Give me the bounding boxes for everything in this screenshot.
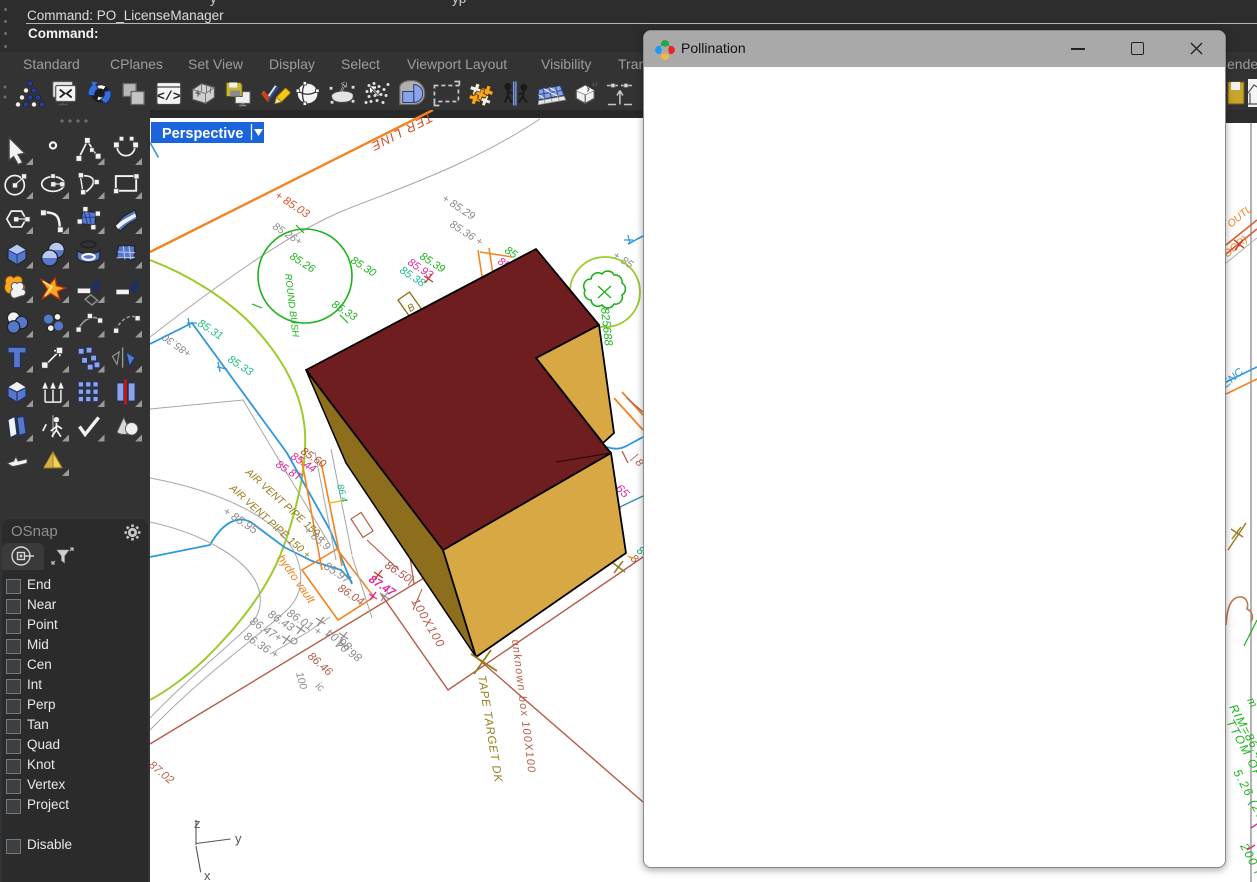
svg-text:x: x xyxy=(204,868,211,882)
svg-text:</>: </> xyxy=(157,89,181,104)
svg-text:Perspective: Perspective xyxy=(162,126,243,142)
svg-text:z: z xyxy=(194,816,201,831)
svg-text:y: y xyxy=(235,831,242,846)
